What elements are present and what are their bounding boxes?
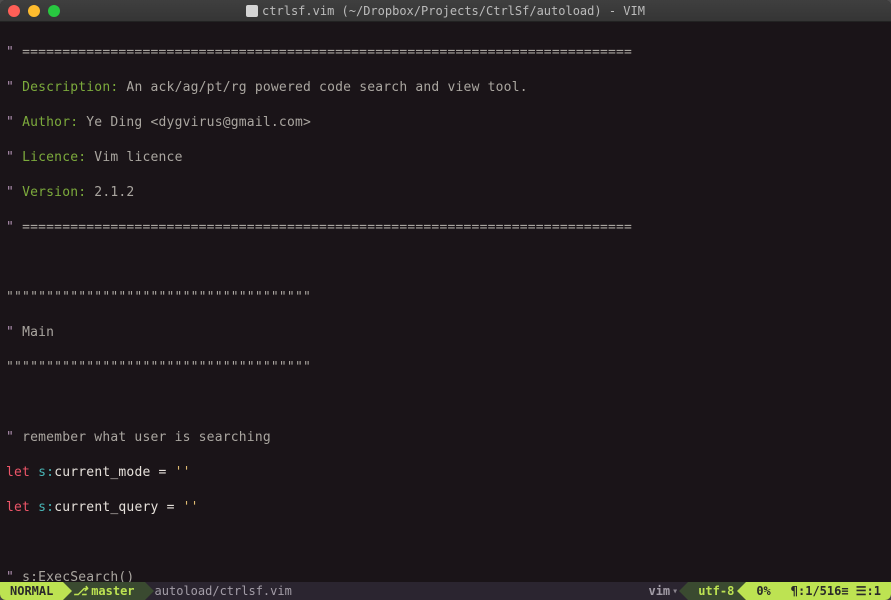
document-icon — [246, 5, 258, 17]
branch-icon: ⎇ — [73, 584, 87, 598]
section-rule-2: """""""""""""""""""""""""""""""""""""" — [6, 360, 311, 375]
section-title: Main — [22, 325, 54, 340]
let-kw: let — [6, 465, 30, 480]
traffic-lights — [8, 5, 60, 17]
header-rule-2: ========================================… — [22, 220, 632, 235]
maximize-icon[interactable] — [48, 5, 60, 17]
terminal-window: ctrlsf.vim (~/Dropbox/Projects/CtrlSf/au… — [0, 0, 891, 600]
statusbar: NORMAL ⎇master autoload/ctrlsf.vim vim ▾… — [0, 582, 891, 600]
desc-key: Description: — [22, 80, 118, 95]
let-kw: let — [6, 500, 30, 515]
title-text: ctrlsf.vim (~/Dropbox/Projects/CtrlSf/au… — [262, 4, 645, 18]
author-key: Author: — [22, 115, 78, 130]
editor-area[interactable]: " ======================================… — [0, 22, 891, 582]
status-file: autoload/ctrlsf.vim — [145, 582, 639, 600]
titlebar[interactable]: ctrlsf.vim (~/Dropbox/Projects/CtrlSf/au… — [0, 0, 891, 22]
licence-key: Licence: — [22, 150, 86, 165]
status-position: ¶:1/516≡ ☰:1 — [781, 582, 891, 600]
comment-exec: s:ExecSearch() — [22, 570, 134, 583]
version-val: 2.1.2 — [86, 185, 134, 200]
minimize-icon[interactable] — [28, 5, 40, 17]
section-rule: """""""""""""""""""""""""""""""""""""" — [6, 290, 311, 305]
status-percent: 0% — [746, 582, 780, 600]
var-query: current_query — [54, 500, 158, 515]
comment-remember: remember what user is searching — [22, 430, 271, 445]
header-rule: ========================================… — [22, 45, 632, 60]
status-mode: NORMAL — [0, 582, 63, 600]
licence-val: Vim licence — [86, 150, 182, 165]
str-empty: '' — [175, 465, 191, 480]
window-title: ctrlsf.vim (~/Dropbox/Projects/CtrlSf/au… — [0, 4, 891, 18]
close-icon[interactable] — [8, 5, 20, 17]
status-branch: ⎇master — [63, 582, 144, 600]
scope-s: s: — [38, 465, 54, 480]
eq: = — [151, 465, 175, 480]
vim-icon: ▾ — [672, 586, 678, 597]
author-val: Ye Ding <dygvirus@gmail.com> — [78, 115, 311, 130]
scope-s: s: — [38, 500, 54, 515]
eq: = — [159, 500, 183, 515]
str-empty: '' — [183, 500, 199, 515]
version-key: Version: — [22, 185, 86, 200]
desc-val: An ack/ag/pt/rg powered code search and … — [118, 80, 527, 95]
var-mode: current_mode — [54, 465, 150, 480]
